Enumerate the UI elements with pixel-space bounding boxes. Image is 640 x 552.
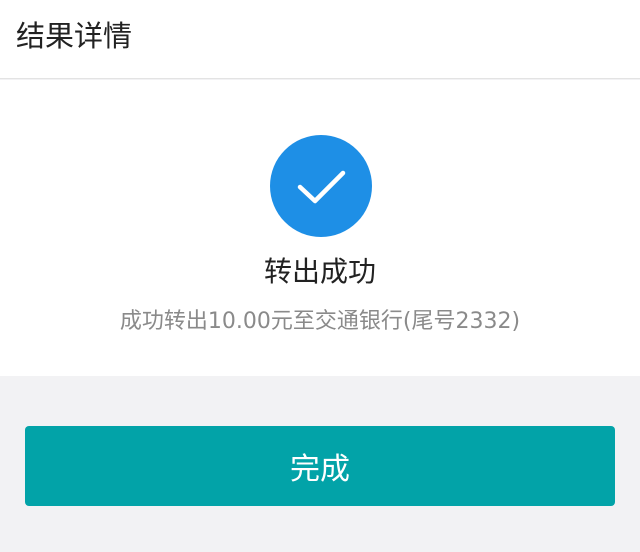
status-detail: 成功转出10.00元至交通银行(尾号2332)	[119, 309, 521, 334]
check-circle-icon	[270, 135, 372, 237]
checkmark-icon	[297, 170, 346, 204]
done-button[interactable]: 完成	[25, 426, 615, 506]
status-title: 转出成功	[263, 255, 376, 288]
result-card: 转出成功 成功转出10.00元至交通银行(尾号2332)	[0, 80, 640, 376]
page-title: 结果详情	[16, 19, 133, 53]
header-bar: 结果详情	[0, 0, 640, 79]
